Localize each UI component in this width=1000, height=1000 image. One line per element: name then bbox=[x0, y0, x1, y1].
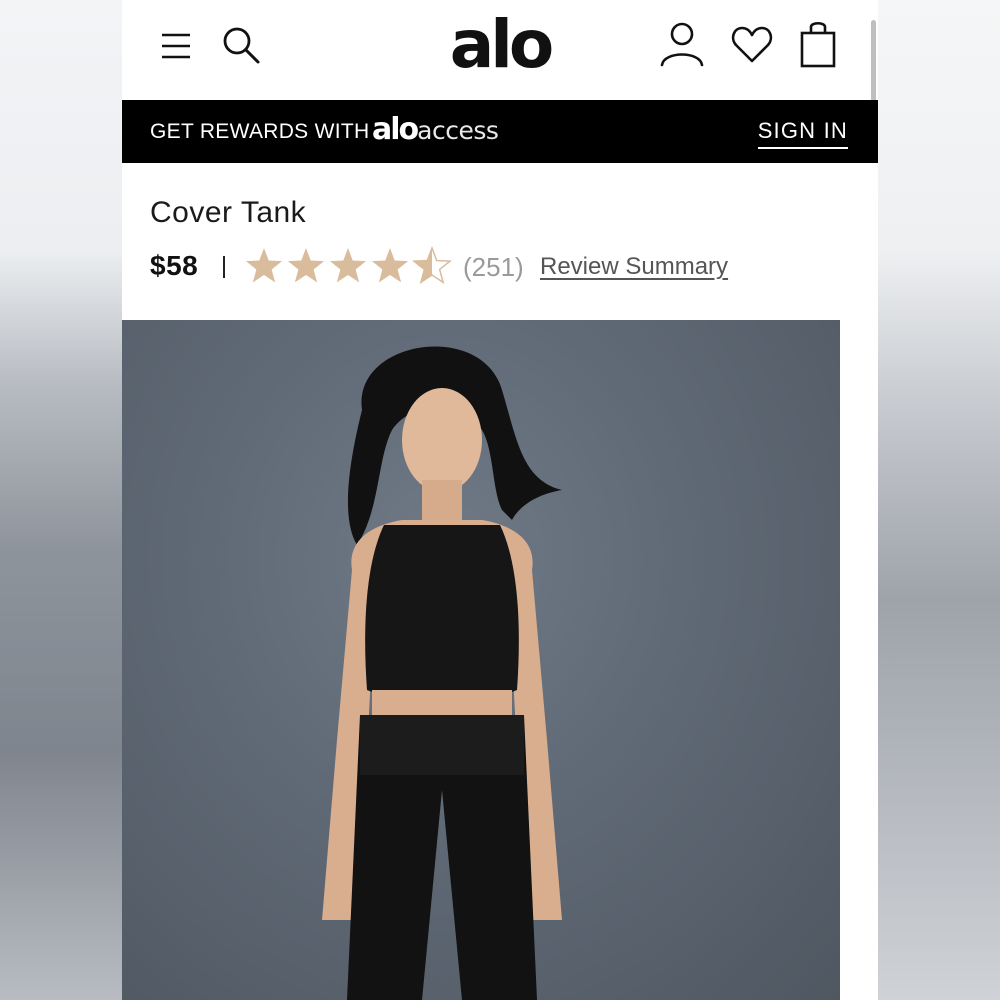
rating-star bbox=[287, 248, 325, 283]
blurred-backdrop-right bbox=[878, 0, 1000, 1000]
scrollbar[interactable] bbox=[871, 20, 876, 102]
heart-icon[interactable] bbox=[730, 24, 774, 66]
rewards-text: GET REWARDS WITH bbox=[150, 120, 370, 143]
price-rating-row: $58 (251) Review Summary bbox=[150, 244, 870, 288]
price-divider bbox=[223, 256, 225, 278]
review-summary-link[interactable]: Review Summary bbox=[540, 253, 728, 281]
alo-access-logo-access: access bbox=[417, 116, 499, 145]
account-icon[interactable] bbox=[658, 20, 706, 68]
alo-access-logo: aloaccess bbox=[372, 112, 499, 149]
rating-star bbox=[329, 248, 367, 283]
search-icon[interactable] bbox=[220, 24, 262, 66]
menu-icon[interactable] bbox=[158, 26, 194, 66]
bag-icon[interactable] bbox=[798, 18, 838, 70]
rating-star bbox=[371, 248, 409, 283]
rewards-banner: GET REWARDS WITH aloaccess SIGN IN bbox=[122, 100, 878, 163]
star-rating[interactable] bbox=[244, 244, 454, 288]
sign-in-link[interactable]: SIGN IN bbox=[757, 118, 848, 149]
product-price: $58 bbox=[150, 250, 199, 281]
rating-star bbox=[411, 245, 453, 285]
product-title: Cover Tank bbox=[150, 196, 307, 229]
alo-logo[interactable]: alo bbox=[445, 5, 555, 85]
review-count[interactable]: (251) bbox=[463, 252, 524, 283]
alo-access-logo-alo: alo bbox=[372, 112, 419, 147]
phone-screen: alo GET REWARDS WITH aloaccess SIGN IN C bbox=[122, 0, 878, 1000]
rating-star bbox=[245, 248, 283, 283]
blurred-backdrop-left bbox=[0, 0, 122, 1000]
product-photo[interactable] bbox=[122, 320, 840, 1000]
model-illustration bbox=[322, 346, 562, 1000]
site-header: alo bbox=[122, 0, 878, 102]
